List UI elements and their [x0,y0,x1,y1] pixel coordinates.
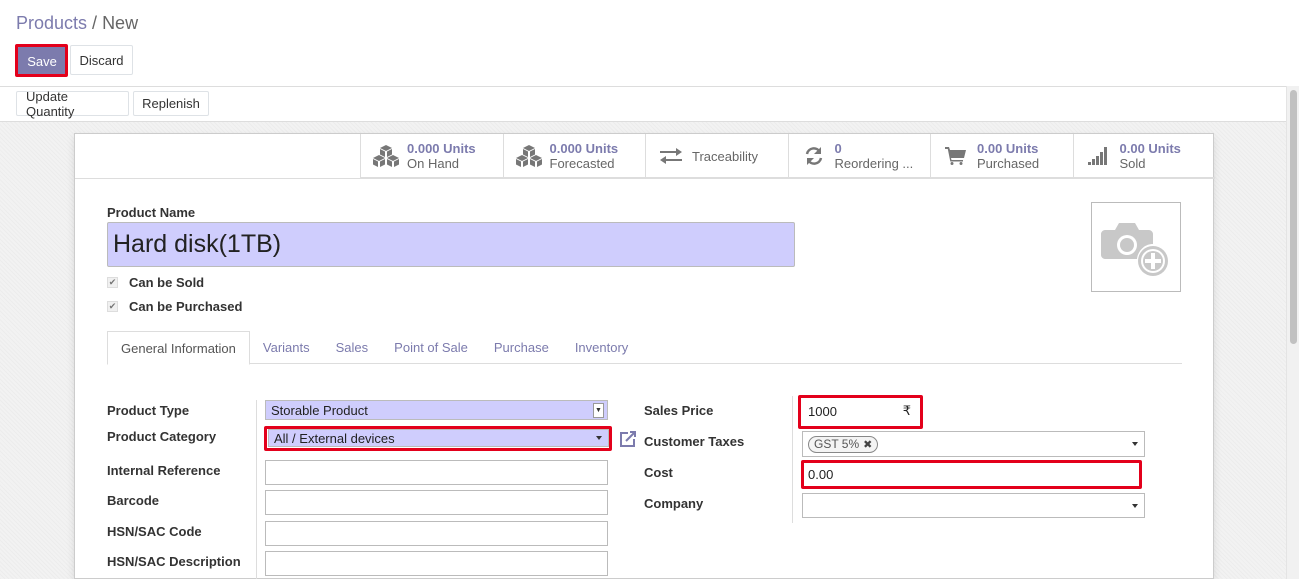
divider [0,86,1299,87]
stat-forecasted-button[interactable]: 0.000 Units Forecasted [502,134,646,178]
can-be-sold-label: Can be Sold [129,275,205,290]
customer-taxes-input[interactable]: GST 5% ✖ [802,431,1145,457]
sales-price-input[interactable]: 1000 ₹ [803,400,918,422]
stat-label: Reordering ... [834,156,914,171]
breadcrumb-current: New [102,13,139,33]
can-be-purchased-checkbox[interactable]: ✔ [107,301,118,312]
chevron-down-icon [1132,442,1138,446]
chevron-down-icon [596,436,602,440]
product-image-upload[interactable] [1091,202,1181,292]
signal-bars-icon [1086,144,1112,168]
tab-variants[interactable]: Variants [250,331,323,364]
refresh-icon [801,144,827,168]
scrollbar-thumb[interactable] [1290,90,1297,344]
can-be-purchased-row: ✔ Can be Purchased [107,299,242,314]
cost-label: Cost [644,465,673,480]
save-button[interactable]: Save [18,46,66,76]
stat-label: Forecasted [549,156,615,171]
product-category-value: All / External devices [274,430,395,446]
breadcrumb-separator: / [92,13,98,33]
can-be-purchased-label: Can be Purchased [129,299,243,314]
shopping-cart-icon [943,144,969,168]
stat-label: Traceability [692,148,758,164]
stat-label: Sold [1119,156,1146,171]
exchange-arrows-icon [658,144,684,168]
cubes-icon [515,144,542,168]
notebook-tabs: General Information Variants Sales Point… [107,331,1182,365]
breadcrumb: Products / New [16,13,138,34]
barcode-label: Barcode [107,493,160,508]
tax-tag-label: GST 5% [814,437,860,451]
product-name-input[interactable]: Hard disk(1TB) [107,222,795,267]
column-separator [792,396,793,523]
stat-value: 0.00 Units [1119,141,1181,156]
hsn-description-input[interactable] [265,551,608,576]
stat-purchased-button[interactable]: 0.00 Units Purchased [930,134,1073,178]
tab-inventory[interactable]: Inventory [562,331,641,364]
cubes-icon [373,144,399,168]
form-sheet: 0.000 Units On Hand 0.000 Units Forecasted… [74,133,1215,579]
stat-sold-button[interactable]: 0.00 Units Sold [1072,134,1216,178]
stat-on-hand-button[interactable]: 0.000 Units On Hand [360,134,503,178]
currency-symbol: ₹ [902,403,911,418]
divider [75,178,1215,179]
product-type-select[interactable]: Storable Product ▼ [265,400,608,420]
stat-traceability-button[interactable]: Traceability [645,134,788,178]
can-be-sold-row: ✔ Can be Sold [107,275,204,290]
update-quantity-button[interactable]: Update Quantity [16,89,129,119]
camera-plus-icon [1101,223,1168,276]
tab-general-information[interactable]: General Information [107,331,250,365]
stat-value: 0.000 Units [549,141,619,156]
product-name-label: Product Name [107,205,196,220]
hsn-code-label: HSN/SAC Code [107,524,202,539]
tab-purchase[interactable]: Purchase [481,331,562,364]
can-be-sold-checkbox[interactable]: ✔ [107,277,118,288]
stat-value: 0.000 Units [407,141,476,156]
product-category-select[interactable]: All / External devices [268,429,609,447]
sales-price-label: Sales Price [644,403,714,418]
stat-label: Purchased [977,156,1040,171]
sales-price-value: 1000 [808,403,837,419]
product-category-label: Product Category [107,429,217,444]
tab-point-of-sale[interactable]: Point of Sale [381,331,481,364]
tab-sales[interactable]: Sales [323,331,382,364]
barcode-input[interactable] [265,490,608,515]
internal-reference-input[interactable] [265,460,608,485]
chevron-down-icon: ▼ [593,403,604,418]
external-link-icon[interactable] [619,430,637,451]
stat-value: 0 [834,141,842,156]
customer-taxes-label: Customer Taxes [644,434,745,449]
replenish-button[interactable]: Replenish [133,91,209,116]
column-separator [256,400,257,579]
tax-tag: GST 5% ✖ [808,435,879,453]
stat-label: On Hand [407,156,460,171]
internal-reference-label: Internal Reference [107,463,221,478]
cost-input[interactable]: 0.00 [805,464,1139,485]
company-select[interactable] [802,493,1145,518]
product-type-label: Product Type [107,403,190,418]
hsn-description-label: HSN/SAC Description [107,554,241,569]
chevron-down-icon [1132,503,1138,508]
stat-value: 0.00 Units [977,141,1039,156]
remove-tag-icon[interactable]: ✖ [863,438,872,451]
stat-reordering-button[interactable]: 0 Reordering ... [787,134,931,178]
smart-button-box: 0.000 Units On Hand 0.000 Units Forecasted… [360,134,1215,178]
product-type-value: Storable Product [271,402,368,418]
discard-button[interactable]: Discard [70,45,133,75]
company-label: Company [644,496,704,511]
breadcrumb-products-link[interactable]: Products [16,13,87,33]
hsn-code-input[interactable] [265,521,608,546]
